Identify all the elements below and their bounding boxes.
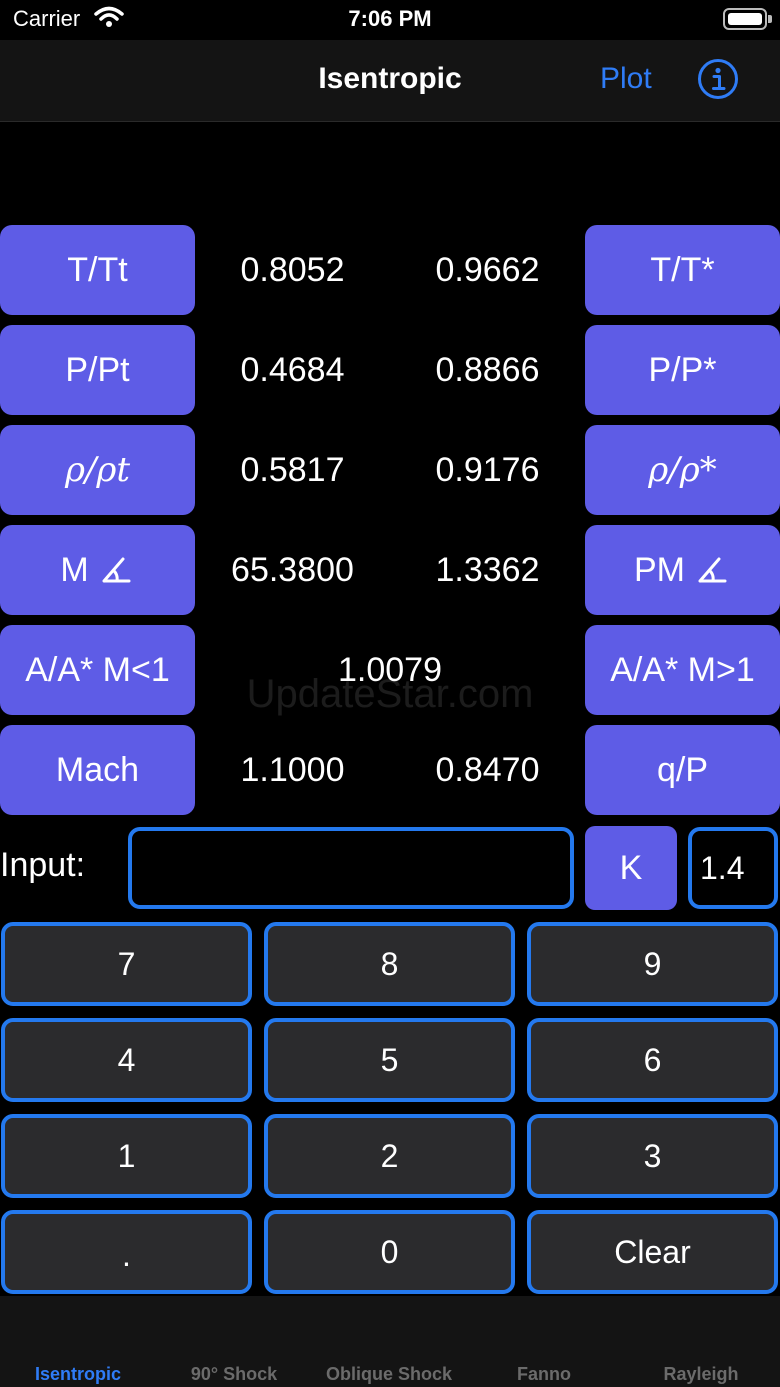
clear-button[interactable]: Clear [527, 1210, 778, 1294]
area-ratio-subsonic-button[interactable]: A/A* M<1 [0, 625, 195, 715]
key-0[interactable]: 0 [264, 1210, 515, 1294]
key-1[interactable]: 1 [1, 1114, 252, 1198]
key-7[interactable]: 7 [1, 922, 252, 1006]
input-label: Input: [0, 846, 86, 884]
key-5[interactable]: 5 [264, 1018, 515, 1102]
q-p-button[interactable]: q/P [585, 725, 780, 815]
clock-time: 7:06 PM [348, 6, 432, 31]
battery-tip [768, 15, 772, 23]
tab-oblique-shock[interactable]: Oblique Shock [314, 1364, 464, 1385]
mach-button[interactable]: Mach [0, 725, 195, 815]
tab-rayleigh[interactable]: Rayleigh [641, 1364, 761, 1385]
key-9[interactable]: 9 [527, 922, 778, 1006]
key-8[interactable]: 8 [264, 922, 515, 1006]
key-6[interactable]: 6 [527, 1018, 778, 1102]
p-pt-value: 0.4684 [240, 350, 345, 389]
prandtl-meyer-button[interactable]: PM [585, 525, 780, 615]
mach-angle-value: 65.3800 [231, 550, 354, 589]
info-circle-icon[interactable] [697, 58, 739, 100]
key-3[interactable]: 3 [527, 1114, 778, 1198]
tab-fanno[interactable]: Fanno [484, 1364, 604, 1385]
key-decimal[interactable]: . [1, 1210, 252, 1294]
prandtl-meyer-label: PM [634, 550, 685, 589]
rho-rhot-button[interactable]: ρ/ρt [0, 425, 195, 515]
key-4[interactable]: 4 [1, 1018, 252, 1102]
mach-value: 1.1000 [240, 750, 345, 789]
navigation-bar: Isentropic Plot [0, 40, 780, 122]
k-button[interactable]: K [585, 826, 677, 910]
battery-icon [723, 8, 767, 30]
area-ratio-supersonic-button[interactable]: A/A* M>1 [585, 625, 780, 715]
mach-angle-button[interactable]: M [0, 525, 195, 615]
angle-icon [698, 557, 727, 583]
rho-rhot-value: 0.5817 [240, 450, 345, 489]
k-value-field[interactable]: 1.4 [688, 827, 778, 909]
angle-icon [102, 557, 131, 583]
tab-isentropic[interactable]: Isentropic [18, 1364, 138, 1385]
status-bar: Carrier 7:06 PM [0, 0, 780, 40]
p-pt-button[interactable]: P/Pt [0, 325, 195, 415]
page-title: Isentropic [318, 62, 462, 95]
tab-normal-shock[interactable]: 90° Shock [174, 1364, 294, 1385]
plot-button[interactable]: Plot [600, 62, 652, 96]
rho-rhostar-button[interactable]: ρ/ρ* [585, 425, 780, 515]
input-field[interactable] [128, 827, 574, 909]
mach-angle-label: M [60, 550, 89, 589]
area-ratio-value: 1.0079 [338, 650, 442, 689]
t-tt-value: 0.8052 [240, 250, 345, 289]
p-pstar-value: 0.8866 [435, 350, 540, 389]
prandtl-meyer-value: 1.3362 [435, 550, 540, 589]
rho-rhostar-value: 0.9176 [435, 450, 540, 489]
t-tt-button[interactable]: T/Tt [0, 225, 195, 315]
q-p-value: 0.8470 [435, 750, 540, 789]
key-2[interactable]: 2 [264, 1114, 515, 1198]
t-tstar-value: 0.9662 [435, 250, 540, 289]
p-pstar-button[interactable]: P/P* [585, 325, 780, 415]
t-tstar-button[interactable]: T/T* [585, 225, 780, 315]
